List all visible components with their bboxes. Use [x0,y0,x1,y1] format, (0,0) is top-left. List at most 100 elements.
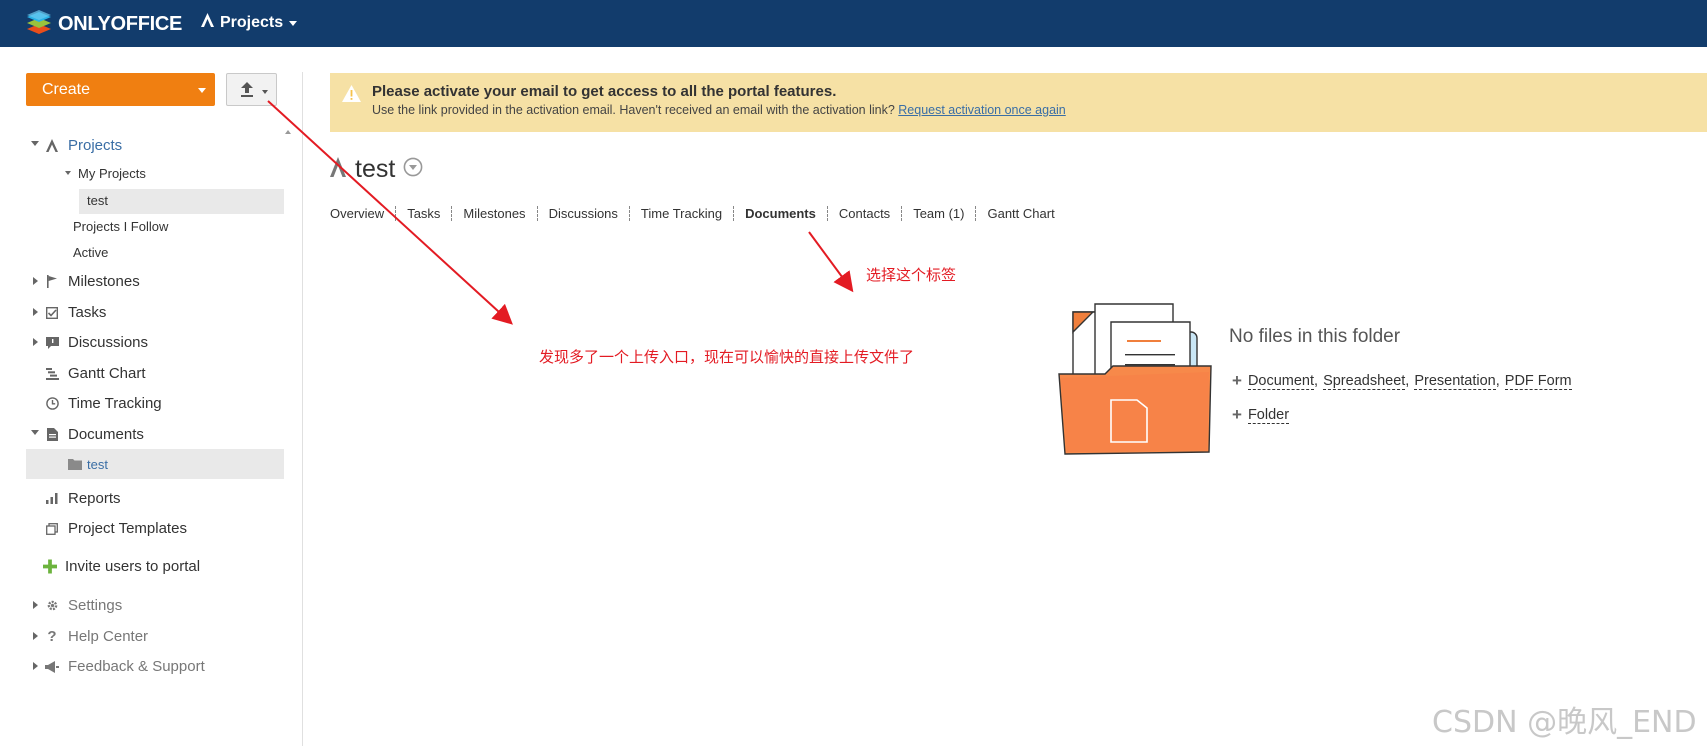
request-activation-link[interactable]: Request activation once again [898,103,1065,117]
sidebar-item-reports[interactable]: Reports [45,490,121,507]
projects-icon [201,13,214,32]
comment-icon [45,336,59,350]
sidebar-divider [302,72,303,746]
template-icon [45,522,59,536]
create-presentation-link[interactable]: Presentation [1414,373,1496,390]
module-switcher[interactable]: Projects [201,13,298,32]
sidebar-item-label: Projects I Follow [73,219,169,234]
selected-row-bg [79,189,284,214]
expand-icon[interactable] [33,338,38,346]
expand-icon[interactable] [33,601,38,609]
sidebar-item-label: Invite users to portal [65,558,201,575]
tab-discussions[interactable]: Discussions [549,206,618,221]
sidebar-item-projects[interactable]: Projects [45,137,122,154]
tab-tasks[interactable]: Tasks [407,206,440,221]
sidebar-item-test-project[interactable]: test [87,193,108,208]
sidebar-item-label: Discussions [68,334,149,351]
plus-icon: + [1232,371,1242,390]
expand-icon[interactable] [31,141,39,146]
empty-folder-illustration [1055,302,1215,464]
create-spreadsheet-link[interactable]: Spreadsheet [1323,373,1406,390]
plus-icon: + [1232,405,1242,424]
collapse-sidebar-icon[interactable] [285,130,291,134]
sidebar-item-gantt-chart[interactable]: Gantt Chart [45,365,146,382]
sidebar-item-label: Feedback & Support [68,658,205,675]
expand-icon[interactable] [31,430,39,435]
sidebar-item-label: My Projects [78,166,146,181]
tab-documents[interactable]: Documents [745,206,816,221]
module-label: Projects [220,13,284,31]
sidebar-item-label: test [87,457,108,472]
tab-separator [901,206,903,221]
logo-icon [26,10,52,39]
expand-icon[interactable] [33,277,38,285]
expand-icon[interactable] [33,662,38,670]
onlyoffice-logo[interactable]: ONLYOFFICE [26,10,182,39]
create-folder-row: + Folder [1232,405,1290,425]
tab-separator [975,206,977,221]
create-document-link[interactable]: Document [1247,373,1315,390]
sidebar-item-label: Help Center [68,628,149,645]
upload-icon [240,82,254,102]
sidebar-item-discussions[interactable]: Discussions [45,334,148,351]
sidebar-item-label: test [87,193,108,208]
sidebar-item-projects-i-follow[interactable]: Projects I Follow [73,219,168,234]
bar-chart-icon [45,492,59,506]
project-title: test [330,155,423,184]
sidebar-item-label: Documents [68,426,144,443]
sidebar-item-milestones[interactable]: Milestones [45,273,140,290]
projects-icon [45,139,59,153]
sidebar-item-help-center[interactable]: ? Help Center [45,628,148,645]
chevron-down-icon [198,88,206,93]
expand-icon[interactable] [33,632,38,640]
sidebar-item-active[interactable]: Active [73,245,108,260]
tab-milestones[interactable]: Milestones [463,206,525,221]
create-pdf-form-link[interactable]: PDF Form [1504,373,1572,390]
expand-icon[interactable] [33,308,38,316]
tab-arrow [808,231,854,293]
chevron-down-icon [262,90,268,94]
separator: , [1495,373,1500,389]
sidebar-item-project-templates[interactable]: Project Templates [45,520,187,537]
banner-message: Use the link provided in the activation … [372,103,895,117]
tab-separator [536,206,538,221]
tab-separator [826,206,828,221]
top-bar: ONLYOFFICE Projects [0,0,1707,47]
banner-text: Use the link provided in the activation … [372,103,1066,117]
document-icon [45,428,59,442]
expand-icon[interactable] [65,171,71,175]
upload-annotation: 发现多了一个上传入口，现在可以愉快的直接上传文件了 [539,348,915,366]
clock-icon [45,397,59,411]
sidebar-item-label: Reports [68,490,121,507]
warning-icon [342,85,361,107]
sidebar-item-feedback-support[interactable]: Feedback & Support [45,658,205,675]
sidebar-item-docs-test-folder[interactable]: test [68,457,108,472]
separator: , [1405,373,1410,389]
plus-icon [43,559,57,574]
upload-button[interactable] [226,73,277,106]
sidebar-item-documents[interactable]: Documents [45,426,144,443]
invite-users-link[interactable]: Invite users to portal [43,558,200,575]
sidebar-item-label: Milestones [68,273,140,290]
create-folder-link[interactable]: Folder [1247,407,1290,424]
tab-time-tracking[interactable]: Time Tracking [641,206,722,221]
create-button[interactable]: Create [26,73,215,106]
tab-team-1[interactable]: Team (1) [913,206,964,221]
watermark: CSDN @晚风_END [1432,705,1697,740]
tab-contacts[interactable]: Contacts [839,206,890,221]
gear-icon [45,599,59,613]
tab-separator [733,206,735,221]
sidebar-item-time-tracking[interactable]: Time Tracking [45,395,162,412]
tab-gantt-chart[interactable]: Gantt Chart [987,206,1054,221]
project-name: test [355,155,396,183]
sidebar-item-settings[interactable]: Settings [45,597,122,614]
project-menu-icon[interactable] [403,157,423,182]
checkbox-icon [45,306,59,320]
selected-row-bg [26,449,284,479]
sidebar-item-tasks[interactable]: Tasks [45,304,106,321]
folder-icon [68,458,82,472]
flag-icon [45,275,59,289]
tab-overview[interactable]: Overview [330,206,384,221]
sidebar-item-my-projects[interactable]: My Projects [78,166,146,181]
sidebar-item-label: Projects [68,137,123,154]
